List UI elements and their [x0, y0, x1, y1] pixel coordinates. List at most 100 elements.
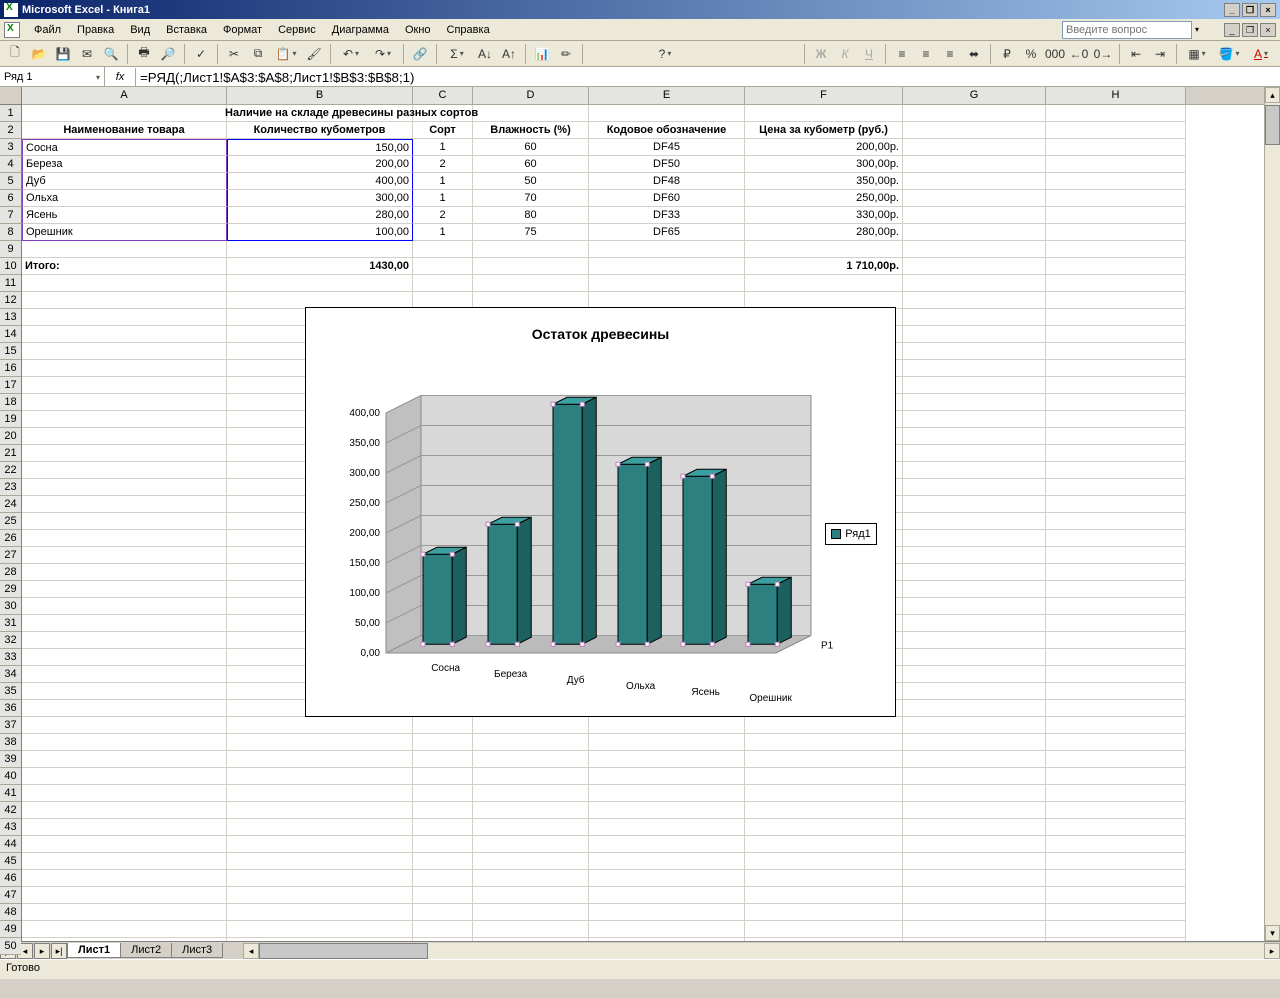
title-bar: Microsoft Excel - Книга1 _ ❐ × — [0, 0, 1280, 19]
vertical-scrollbar[interactable]: ▴ ▾ — [1264, 87, 1280, 941]
scroll-right-icon[interactable]: ▸ — [1264, 943, 1280, 959]
print-icon[interactable]: 🖶 — [133, 43, 155, 65]
scroll-up-icon[interactable]: ▴ — [1265, 87, 1280, 103]
horizontal-scrollbar[interactable]: ◂ ▸ — [243, 943, 1280, 959]
bold-icon[interactable]: Ж — [810, 43, 832, 65]
formula-bar: Ряд 1 fx — [0, 67, 1280, 87]
svg-text:300,00: 300,00 — [349, 468, 380, 479]
menu-bar: Файл Правка Вид Вставка Формат Сервис Ди… — [0, 19, 1280, 41]
sheet-tab-2[interactable]: Лист2 — [120, 943, 172, 958]
menu-tools[interactable]: Сервис — [270, 21, 324, 39]
close-button[interactable]: × — [1260, 3, 1276, 17]
new-icon[interactable]: 🗋 — [4, 43, 26, 65]
borders-icon[interactable]: ▦ — [1182, 43, 1212, 65]
svg-text:350,00: 350,00 — [349, 438, 380, 449]
inc-decimal-icon[interactable]: ←0 — [1068, 43, 1090, 65]
app-icon — [4, 3, 18, 17]
sheet-tab-3[interactable]: Лист3 — [171, 943, 223, 958]
save-icon[interactable]: 💾 — [52, 43, 74, 65]
inc-indent-icon[interactable]: ⇥ — [1149, 43, 1171, 65]
dropdown-icon[interactable]: ▾ — [1192, 25, 1202, 34]
scroll-down-icon[interactable]: ▾ — [1265, 925, 1280, 941]
tab-nav-last-icon[interactable]: ▸| — [51, 943, 67, 959]
svg-text:0,00: 0,00 — [361, 648, 381, 659]
font-color-icon[interactable]: А — [1246, 43, 1276, 65]
svg-text:Сосна: Сосна — [431, 663, 460, 674]
dec-indent-icon[interactable]: ⇤ — [1125, 43, 1147, 65]
drawing-icon[interactable]: ✏ — [555, 43, 577, 65]
question-input[interactable] — [1062, 21, 1192, 39]
cut-icon[interactable]: ✂ — [223, 43, 245, 65]
fill-color-icon[interactable]: 🪣 — [1214, 43, 1244, 65]
percent-icon[interactable]: % — [1020, 43, 1042, 65]
menu-edit[interactable]: Правка — [69, 21, 122, 39]
menu-window[interactable]: Окно — [397, 21, 439, 39]
svg-text:200,00: 200,00 — [349, 528, 380, 539]
open-icon[interactable]: 📂 — [28, 43, 50, 65]
window-title: Microsoft Excel - Книга1 — [22, 4, 150, 16]
underline-icon[interactable]: Ч — [858, 43, 880, 65]
redo-icon[interactable]: ↷ — [368, 43, 398, 65]
copy-icon[interactable]: ⧉ — [247, 43, 269, 65]
svg-text:250,00: 250,00 — [349, 498, 380, 509]
doc-minimize-button[interactable]: _ — [1224, 23, 1240, 37]
preview-icon[interactable]: 🔎 — [157, 43, 179, 65]
scroll-left-icon[interactable]: ◂ — [243, 943, 259, 959]
embedded-chart[interactable]: Остаток древесины Ряд1 0,0050,00100,0015… — [305, 307, 896, 717]
spell-icon[interactable]: ✓ — [190, 43, 212, 65]
row-headers[interactable]: 1234567891011121314151617181920212223242… — [0, 87, 22, 941]
comma-icon[interactable]: 000 — [1044, 43, 1066, 65]
sort-desc-icon[interactable]: A↑ — [498, 43, 520, 65]
undo-icon[interactable]: ↶ — [336, 43, 366, 65]
sheet-tab-1[interactable]: Лист1 — [67, 943, 121, 958]
menu-chart[interactable]: Диаграмма — [324, 21, 397, 39]
align-right-icon[interactable]: ≡ — [939, 43, 961, 65]
menu-format[interactable]: Формат — [215, 21, 270, 39]
format-painter-icon[interactable]: 🖌 — [303, 43, 325, 65]
chart-plot[interactable]: 0,00 50,00 100,00 150,00 200,00 250,00 300,00 3… — [316, 353, 876, 713]
italic-icon[interactable]: К — [834, 43, 856, 65]
align-center-icon[interactable]: ≡ — [915, 43, 937, 65]
svg-text:Ольха: Ольха — [626, 681, 656, 692]
chart-title[interactable]: Остаток древесины — [306, 308, 895, 342]
sum-icon[interactable]: Σ — [442, 43, 472, 65]
formula-input[interactable] — [135, 68, 1280, 86]
doc-close-button[interactable]: × — [1260, 23, 1276, 37]
fx-label[interactable]: fx — [105, 71, 135, 83]
name-box[interactable]: Ряд 1 — [0, 67, 105, 87]
svg-text:Орешник: Орешник — [749, 693, 792, 704]
svg-text:400,00: 400,00 — [349, 408, 380, 419]
link-icon[interactable]: 🔗 — [409, 43, 431, 65]
align-left-icon[interactable]: ≡ — [891, 43, 913, 65]
app-icon-small[interactable] — [4, 22, 20, 38]
hscroll-thumb[interactable] — [259, 943, 428, 959]
merge-icon[interactable]: ⬌ — [963, 43, 985, 65]
svg-text:100,00: 100,00 — [349, 588, 380, 599]
chart-icon[interactable]: 📊 — [531, 43, 553, 65]
search-icon[interactable]: 🔍 — [100, 43, 122, 65]
menu-insert[interactable]: Вставка — [158, 21, 215, 39]
worksheet[interactable]: ABCDEFGH 1234567891011121314151617181920… — [0, 87, 1280, 941]
scroll-thumb[interactable] — [1265, 105, 1280, 145]
select-all-corner[interactable] — [0, 87, 22, 105]
paste-icon[interactable]: 📋 — [271, 43, 301, 65]
svg-text:Береза: Береза — [494, 669, 528, 680]
help-icon[interactable]: ? — [650, 43, 680, 65]
svg-text:50,00: 50,00 — [355, 618, 380, 629]
menu-view[interactable]: Вид — [122, 21, 158, 39]
maximize-button[interactable]: ❐ — [1242, 3, 1258, 17]
menu-help[interactable]: Справка — [439, 21, 498, 39]
minimize-button[interactable]: _ — [1224, 3, 1240, 17]
svg-text:Ясень: Ясень — [691, 687, 720, 698]
column-headers[interactable]: ABCDEFGH — [22, 87, 1264, 105]
tab-nav-next-icon[interactable]: ▸ — [34, 943, 50, 959]
mail-icon[interactable]: ✉ — [76, 43, 98, 65]
menu-file[interactable]: Файл — [26, 21, 69, 39]
svg-text:150,00: 150,00 — [349, 558, 380, 569]
dec-decimal-icon[interactable]: 0→ — [1092, 43, 1114, 65]
status-bar: Готово — [0, 959, 1280, 979]
zoom-icon[interactable] — [588, 43, 648, 65]
sort-asc-icon[interactable]: A↓ — [474, 43, 496, 65]
doc-restore-button[interactable]: ❐ — [1242, 23, 1258, 37]
currency-icon[interactable]: ₽ — [996, 43, 1018, 65]
